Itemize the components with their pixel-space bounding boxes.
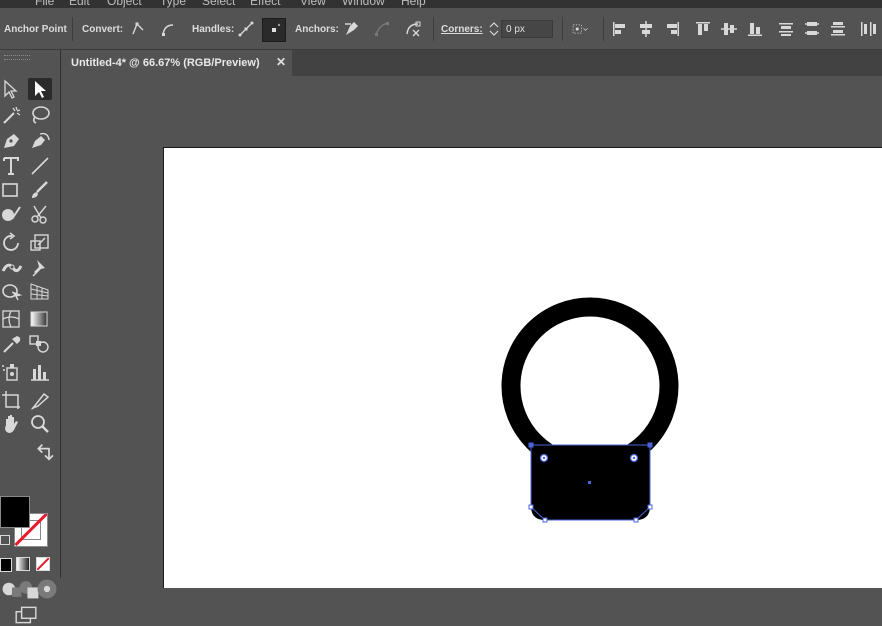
- eyedropper-tool-icon[interactable]: [0, 333, 24, 355]
- lasso-tool-icon[interactable]: [28, 104, 52, 126]
- color-mode-icon[interactable]: [0, 558, 12, 572]
- ring-shape[interactable]: [501, 297, 679, 475]
- distribute-top-icon[interactable]: [777, 20, 795, 38]
- select-similar-icon[interactable]: [571, 20, 597, 38]
- draw-normal-icon[interactable]: [0, 578, 22, 597]
- artboard[interactable]: [163, 147, 882, 588]
- corner-widget-dot: [542, 456, 546, 460]
- slice-tool-icon[interactable]: [28, 389, 52, 411]
- shaper-tool-icon[interactable]: [0, 203, 24, 225]
- shape-builder-tool-icon[interactable]: [0, 280, 24, 302]
- menu-select[interactable]: Select: [202, 0, 235, 8]
- menu-file[interactable]: File: [35, 0, 54, 8]
- align-right-icon[interactable]: [663, 20, 681, 38]
- align-vertical-center-icon[interactable]: [720, 20, 738, 38]
- document-tab[interactable]: Untitled-4* @ 66.67% (RGB/Preview) ✕: [62, 50, 292, 76]
- menu-type[interactable]: Type: [160, 0, 186, 8]
- blend-tool-icon[interactable]: [28, 333, 52, 355]
- type-tool-icon[interactable]: [0, 155, 24, 177]
- menu-object[interactable]: Object: [107, 0, 142, 8]
- perspective-grid-tool-icon[interactable]: [28, 280, 52, 302]
- menu-edit[interactable]: Edit: [69, 0, 90, 8]
- menu-bar: File Edit Object Type Select Effect View…: [0, 0, 882, 8]
- hand-tool-icon[interactable]: [0, 413, 24, 435]
- paintbrush-tool-icon[interactable]: [28, 179, 52, 201]
- line-segment-tool-icon[interactable]: [28, 155, 52, 177]
- anchors-label: Anchors:: [295, 24, 339, 35]
- divider: [72, 17, 73, 41]
- fill-swatch[interactable]: [0, 496, 30, 528]
- document-tab-bar: Untitled-4* @ 66.67% (RGB/Preview) ✕: [62, 50, 882, 76]
- menu-help[interactable]: Help: [401, 0, 426, 8]
- swap-fill-stroke-icon[interactable]: [33, 443, 54, 461]
- menu-view[interactable]: View: [300, 0, 326, 8]
- distribute-left-icon[interactable]: [858, 20, 876, 38]
- corners-label[interactable]: Corners:: [441, 24, 483, 35]
- connect-anchors-icon[interactable]: [373, 20, 391, 38]
- anchor-point[interactable]: [633, 517, 639, 523]
- draw-behind-icon[interactable]: [17, 578, 39, 599]
- scissors-tool-icon[interactable]: [28, 203, 52, 225]
- puppet-warp-tool-icon[interactable]: [28, 257, 52, 279]
- anchor-point-top-left[interactable]: [528, 442, 534, 448]
- tools-panel: [0, 50, 61, 624]
- rectangle-tool-icon[interactable]: [0, 179, 24, 201]
- align-top-icon[interactable]: [694, 20, 712, 38]
- align-left-icon[interactable]: [611, 20, 629, 38]
- anchor-point[interactable]: [647, 504, 653, 510]
- align-bottom-icon[interactable]: [746, 20, 764, 38]
- curvature-tool-icon[interactable]: [28, 130, 52, 152]
- gradient-mode-icon[interactable]: [16, 557, 30, 571]
- close-tab-icon[interactable]: ✕: [276, 55, 286, 69]
- column-graph-tool-icon[interactable]: [28, 361, 52, 383]
- corners-stepper-icon[interactable]: [485, 20, 499, 38]
- default-fill-stroke-icon[interactable]: [0, 535, 10, 545]
- width-tool-icon[interactable]: [0, 257, 24, 279]
- anchor-point[interactable]: [542, 517, 548, 523]
- menu-effect[interactable]: Effect: [250, 0, 280, 8]
- none-mode-icon[interactable]: [36, 557, 50, 571]
- artwork[interactable]: [164, 148, 882, 588]
- convert-to-smooth-icon[interactable]: [159, 20, 177, 38]
- anchor-point[interactable]: [528, 504, 534, 510]
- magic-wand-tool-icon[interactable]: [0, 104, 24, 126]
- divider: [433, 17, 434, 41]
- corners-input[interactable]: 0 px: [501, 20, 553, 38]
- draw-inside-icon[interactable]: [35, 578, 57, 599]
- anchor-point-top-right[interactable]: [647, 442, 653, 448]
- align-horizontal-center-icon[interactable]: [637, 20, 655, 38]
- convert-label: Convert:: [82, 24, 124, 35]
- convert-to-corner-icon[interactable]: [129, 20, 147, 38]
- rotate-tool-icon[interactable]: [0, 232, 24, 254]
- divider: [562, 17, 563, 41]
- menu-window[interactable]: Window: [342, 0, 385, 8]
- pen-tool-icon[interactable]: [0, 130, 24, 152]
- center-point: [588, 481, 591, 484]
- scale-tool-icon[interactable]: [28, 232, 52, 254]
- tool-name-label: Anchor Point: [4, 24, 67, 35]
- show-handles-icon[interactable]: [237, 20, 255, 38]
- change-screen-mode-icon[interactable]: [14, 604, 37, 624]
- selection-tool-icon[interactable]: [0, 78, 24, 100]
- document-tab-title: Untitled-4* @ 66.67% (RGB/Preview): [71, 57, 260, 69]
- distribute-bottom-icon[interactable]: [829, 20, 847, 38]
- symbol-sprayer-tool-icon[interactable]: [0, 361, 24, 383]
- panel-grip[interactable]: [4, 55, 30, 60]
- distribute-vertical-center-icon[interactable]: [803, 20, 821, 38]
- cut-path-at-anchor-icon[interactable]: [404, 20, 422, 38]
- zoom-tool-icon[interactable]: [28, 413, 52, 435]
- artboard-tool-icon[interactable]: [0, 389, 24, 411]
- mesh-tool-icon[interactable]: [0, 308, 24, 330]
- divider: [603, 17, 604, 41]
- gradient-tool-icon[interactable]: [28, 308, 52, 330]
- direct-selection-tool-icon[interactable]: [28, 78, 52, 100]
- remove-anchor-icon[interactable]: [342, 20, 360, 38]
- handles-label: Handles:: [192, 24, 235, 35]
- corner-widget-dot: [632, 456, 636, 460]
- control-bar: Anchor Point Convert: Handles: Anchors: …: [0, 8, 882, 50]
- hide-handles-icon[interactable]: [262, 18, 286, 42]
- canvas-area[interactable]: [62, 77, 882, 588]
